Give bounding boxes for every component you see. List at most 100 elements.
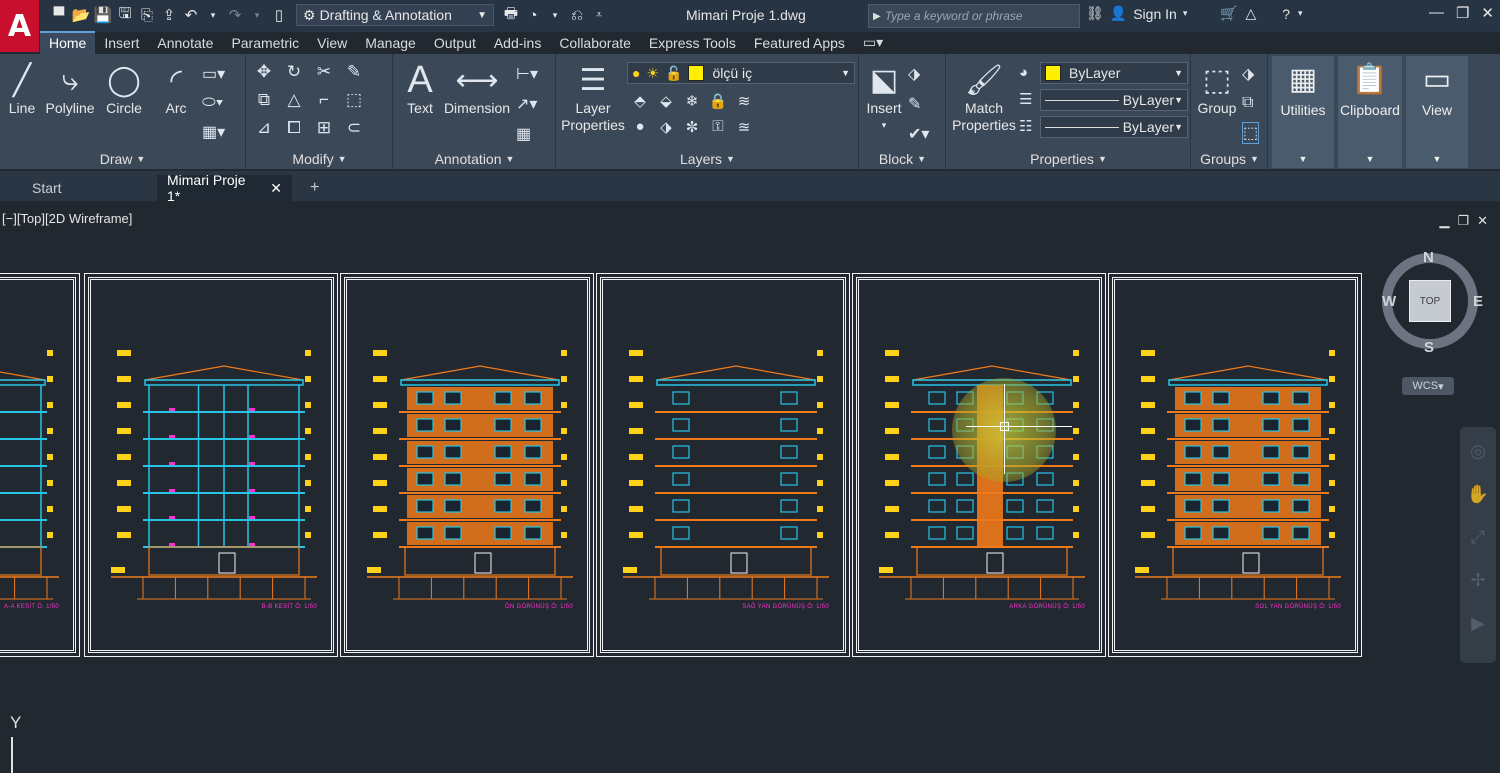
compass-south[interactable]: S [1424, 339, 1434, 356]
list-icon[interactable]: ☷ [1019, 117, 1032, 135]
save-as-icon[interactable]: 🖫 [114, 4, 136, 26]
linetype-dropdown[interactable]: ByLayer ▼ [1040, 116, 1188, 138]
utilities-button[interactable]: ▦ Utilities ▼ [1272, 56, 1334, 168]
color-wheel-icon[interactable]: ◕ [1019, 64, 1032, 81]
copy-icon[interactable]: ⧉ [253, 90, 275, 110]
showmotion-icon[interactable]: ▶ [1471, 613, 1485, 634]
scale-icon[interactable]: ⧠ [283, 118, 305, 138]
close-icon[interactable]: ✕ [270, 180, 282, 197]
tab-insert[interactable]: Insert [95, 33, 148, 54]
tab-annotate[interactable]: Annotate [148, 33, 222, 54]
tab-featured-apps[interactable]: Featured Apps [745, 33, 854, 54]
tab-output[interactable]: Output [425, 33, 485, 54]
print-icon[interactable]: 🖶 [500, 4, 522, 26]
save-icon[interactable]: 💾 [92, 4, 114, 26]
workspace-dropdown[interactable]: ⚙ Drafting & Annotation ▼ [296, 4, 494, 26]
layer-freeze-icon[interactable]: ❄ [681, 92, 703, 110]
minimize-icon[interactable]: — [1429, 4, 1444, 22]
erase-icon[interactable]: ✎ [343, 62, 365, 82]
leader-icon[interactable]: ↗▾ [516, 94, 538, 114]
chevron-down-icon[interactable]: ▾ [1183, 8, 1188, 19]
compass-west[interactable]: W [1382, 293, 1396, 310]
application-menu-button[interactable]: A [0, 0, 40, 52]
hatch-icon[interactable]: ▦▾ [202, 122, 225, 142]
draw-panel-title[interactable]: Draw ▼ [0, 148, 245, 170]
close-icon[interactable]: ✕ [1481, 4, 1494, 22]
layer-thaw-icon[interactable]: ✼ [681, 118, 703, 136]
undo-dropdown-icon[interactable]: ▾ [202, 4, 224, 26]
clipboard-button[interactable]: 📋 Clipboard ▼ [1338, 56, 1402, 168]
ellipse-icon[interactable]: ⬭▾ [202, 94, 225, 112]
tab-express-tools[interactable]: Express Tools [640, 33, 745, 54]
make-current-icon[interactable]: ≋ [733, 92, 755, 110]
tab-collaborate[interactable]: Collaborate [550, 33, 640, 54]
block-panel-title[interactable]: Block ▼ [860, 148, 945, 170]
pan-hand-icon[interactable]: ✋ [1467, 484, 1489, 505]
new-tab-button[interactable]: + [300, 175, 329, 201]
linear-dim-icon[interactable]: ⊢▾ [516, 64, 538, 84]
layer-on-icon[interactable]: ● [629, 118, 651, 136]
lineweight-dropdown[interactable]: ByLayer ▼ [1040, 89, 1188, 111]
layer-walk-icon[interactable]: ≊ [733, 118, 755, 136]
redo-icon[interactable]: ↷ [224, 4, 246, 26]
dimension-button[interactable]: ⟷ Dimension [444, 60, 510, 117]
ribbon-options-icon[interactable]: ▭▾ [854, 32, 892, 54]
color-dropdown[interactable]: ByLayer ▼ [1040, 62, 1188, 84]
layer-match-icon[interactable]: ⬗ [655, 118, 677, 136]
group-edit-icon[interactable]: ⧉ [1242, 94, 1259, 112]
rotate-icon[interactable]: ↻ [283, 62, 305, 82]
layer-properties-button[interactable]: ☰ Layer Properties [561, 60, 625, 134]
stretch-icon[interactable]: ⊿ [253, 118, 275, 138]
open-from-web-icon[interactable]: ⎘ [136, 4, 158, 26]
open-folder-icon[interactable]: 📂 [70, 4, 92, 26]
close-icon[interactable]: ✕ [1477, 213, 1488, 229]
drawing-viewport[interactable]: [−][Top][2D Wireframe] ▁ ❐ ✕ A-A KESİT Ö… [0, 201, 1500, 773]
tab-home[interactable]: Home [40, 31, 96, 54]
tab-drawing-file[interactable]: Mimari Proje 1* ✕ [157, 172, 292, 204]
viewport-controls-label[interactable]: [−][Top][2D Wireframe] [2, 211, 132, 226]
orbit-icon[interactable]: ✢ [1470, 570, 1485, 591]
trim-icon[interactable]: ✂ [313, 62, 335, 82]
undo-icon[interactable]: ↶ [180, 4, 202, 26]
array-icon[interactable]: ⊞ [313, 118, 335, 138]
tab-start[interactable]: Start [0, 175, 155, 201]
sign-in-button[interactable]: ⛓ 👤 Sign In ▾ [1086, 5, 1187, 22]
annotation-panel-title[interactable]: Annotation ▼ [394, 148, 555, 170]
binoculars-icon[interactable]: ⛓ [1086, 5, 1104, 22]
restore-icon[interactable]: ❐ [1457, 213, 1469, 229]
arc-button[interactable]: ◜ Arc [156, 60, 196, 117]
fillet-icon[interactable]: ⌐ [313, 90, 335, 110]
help-dropdown-icon[interactable]: ▾ [1298, 8, 1303, 19]
circle-button[interactable]: ◯ Circle [102, 60, 146, 117]
tab-parametric[interactable]: Parametric [222, 33, 308, 54]
new-file-icon[interactable]: ▀ [48, 4, 70, 26]
text-button[interactable]: A Text [400, 60, 440, 117]
steering-wheel-icon[interactable]: ◎ [1470, 441, 1486, 462]
ungroup-icon[interactable]: ⬗ [1242, 64, 1259, 84]
zoom-extents-icon[interactable]: ⤢ [1471, 527, 1485, 548]
cart-icon[interactable]: 🛒 [1220, 5, 1237, 22]
properties-panel-title[interactable]: Properties ▼ [947, 148, 1190, 170]
layer-unlock-icon[interactable]: ⚿ [707, 118, 729, 136]
compass-east[interactable]: E [1473, 293, 1483, 310]
restore-icon[interactable]: ❐ [1456, 4, 1469, 22]
lineweight-icon[interactable]: ☰ [1019, 90, 1032, 108]
save-to-web-icon[interactable]: ⇪ [158, 4, 180, 26]
tab-manage[interactable]: Manage [356, 33, 425, 54]
viewcube-top-face[interactable]: TOP [1409, 280, 1451, 322]
polyline-button[interactable]: ⤷ Polyline [44, 60, 96, 117]
group-select-icon[interactable]: ⬚ [1242, 122, 1260, 144]
move-icon[interactable]: ✥ [253, 62, 275, 82]
layer-off-icon[interactable]: ⬘ [629, 92, 651, 110]
rectangle-icon[interactable]: ▭▾ [202, 64, 225, 84]
create-block-icon[interactable]: ⬗ [908, 64, 929, 84]
customize-quick-access-icon[interactable]: ⩡ [588, 4, 610, 26]
layers-panel-title[interactable]: Layers ▼ [557, 148, 858, 170]
tab-add-ins[interactable]: Add-ins [485, 33, 550, 54]
tab-view[interactable]: View [308, 33, 356, 54]
compass-north[interactable]: N [1423, 249, 1434, 266]
search-input[interactable]: ▶ Type a keyword or phrase [868, 4, 1080, 28]
redo-dropdown-icon[interactable]: ▾ [246, 4, 268, 26]
layer-lock-icon[interactable]: 🔒 [707, 92, 729, 110]
share-icon[interactable]: ◔ [522, 4, 544, 26]
